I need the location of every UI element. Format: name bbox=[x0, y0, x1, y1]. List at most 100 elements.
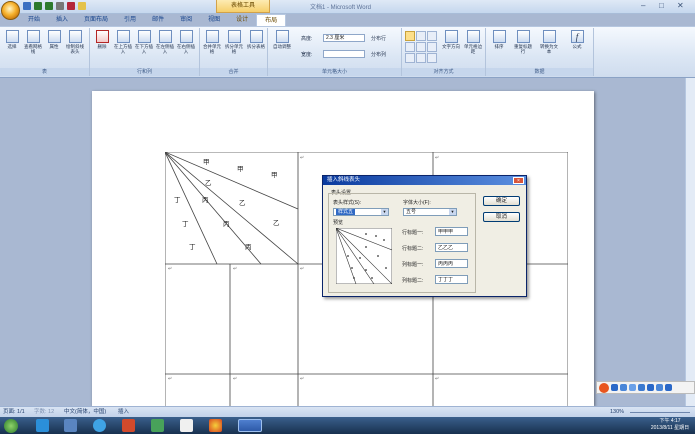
insert-left-button[interactable]: 在左侧插入 bbox=[154, 30, 176, 54]
redo-icon[interactable] bbox=[45, 2, 53, 10]
insert-above-button[interactable]: 在上方插入 bbox=[112, 30, 134, 54]
properties-button[interactable]: 属性 bbox=[43, 30, 65, 49]
new-icon[interactable] bbox=[78, 2, 86, 10]
cell-mark: ↵ bbox=[168, 376, 173, 382]
emoji-icon[interactable] bbox=[629, 384, 636, 391]
skin-icon[interactable] bbox=[656, 384, 663, 391]
word-taskbar-button[interactable] bbox=[238, 419, 262, 432]
align-top-right-icon[interactable] bbox=[427, 31, 437, 41]
start-button[interactable] bbox=[4, 419, 18, 433]
align-middle-left-icon[interactable] bbox=[405, 42, 415, 52]
undo-icon[interactable] bbox=[34, 2, 42, 10]
split-table-button[interactable]: 拆分表格 bbox=[245, 30, 267, 49]
tab-review[interactable]: 审阅 bbox=[172, 14, 200, 26]
cancel-button[interactable]: 取消 bbox=[483, 212, 520, 222]
column-title-2-input[interactable]: 丁丁丁 bbox=[435, 275, 468, 284]
settings-icon[interactable] bbox=[665, 384, 672, 391]
print-preview-icon[interactable] bbox=[56, 2, 64, 10]
delete-button[interactable]: 删除 bbox=[91, 30, 113, 49]
insert-below-icon bbox=[137, 30, 151, 43]
dialog-close-button[interactable]: × bbox=[513, 177, 524, 184]
punctuation-icon[interactable] bbox=[620, 384, 627, 391]
zoom-level[interactable]: 130% bbox=[610, 408, 624, 417]
split-cells-button[interactable]: 拆分单元格 bbox=[223, 30, 245, 54]
zoom-slider[interactable] bbox=[630, 412, 690, 413]
insert-mode[interactable]: 插入 bbox=[118, 408, 129, 417]
office-button[interactable] bbox=[1, 1, 20, 20]
select-button[interactable]: 选择 bbox=[1, 30, 23, 49]
view-gridlines-button[interactable]: 查看网格线 bbox=[22, 30, 44, 54]
merge-cells-button[interactable]: 合并单元格 bbox=[201, 30, 223, 54]
formula-button[interactable]: f 公式 bbox=[566, 30, 588, 49]
draw-diagonal-header-button[interactable]: 绘制斜线表头 bbox=[64, 30, 86, 54]
voice-icon[interactable] bbox=[638, 384, 645, 391]
vertical-scrollbar[interactable] bbox=[685, 78, 695, 406]
media-icon[interactable] bbox=[122, 419, 135, 432]
row-title-1-input[interactable]: 甲甲甲 bbox=[435, 227, 468, 236]
sort-button[interactable]: 排序 bbox=[488, 30, 510, 49]
save-icon[interactable] bbox=[23, 2, 31, 10]
spelling-icon[interactable] bbox=[67, 2, 75, 10]
ime-toolbar[interactable] bbox=[596, 381, 695, 394]
quick-access-toolbar bbox=[23, 2, 86, 12]
maximize-button[interactable]: □ bbox=[659, 1, 664, 12]
width-input[interactable] bbox=[323, 50, 365, 58]
ok-button[interactable]: 确定 bbox=[483, 196, 520, 206]
tab-layout[interactable]: 布局 bbox=[256, 14, 287, 26]
align-bottom-center-icon[interactable] bbox=[416, 53, 426, 63]
chinese-mode-icon[interactable] bbox=[611, 384, 618, 391]
minimize-button[interactable]: – bbox=[641, 1, 645, 12]
style-select[interactable]: 样式五 ▼ bbox=[333, 208, 389, 216]
cell-margins-button[interactable]: 单元格边距 bbox=[462, 30, 484, 54]
tab-mailings[interactable]: 邮件 bbox=[144, 14, 172, 26]
close-button[interactable]: ✕ bbox=[677, 1, 684, 12]
align-middle-right-icon[interactable] bbox=[427, 42, 437, 52]
status-bar: 页面: 1/1 字数: 12 中文(简体，中国) 插入 130% bbox=[0, 406, 695, 417]
convert-text-icon bbox=[542, 30, 556, 43]
font-size-label: 字体大小(F): bbox=[403, 200, 431, 206]
header-col-title-1: 丙 bbox=[245, 244, 252, 251]
sogou-icon[interactable] bbox=[599, 382, 609, 393]
column-title-1-input[interactable]: 丙丙丙 bbox=[435, 259, 468, 268]
row-title-2-input[interactable]: 乙乙乙 bbox=[435, 243, 468, 252]
font-size-select[interactable]: 五号 ▼ bbox=[403, 208, 457, 216]
clock[interactable]: 下午 4:17 2013/8/11 星期日 bbox=[650, 418, 690, 432]
tab-references[interactable]: 引用 bbox=[116, 14, 144, 26]
word-count[interactable]: 字数: 12 bbox=[34, 408, 54, 417]
text-direction-button[interactable]: 文字方向 bbox=[440, 30, 462, 49]
align-top-center-icon[interactable] bbox=[416, 31, 426, 41]
page-count[interactable]: 页面: 1/1 bbox=[3, 408, 25, 417]
group-merge: 合并单元格 拆分单元格 拆分表格 合并 bbox=[200, 28, 268, 76]
header-col-title-2: 丁 bbox=[182, 221, 189, 228]
chrome-icon[interactable] bbox=[209, 419, 222, 432]
app-icon[interactable] bbox=[93, 419, 106, 432]
insert-right-button[interactable]: 在右侧插入 bbox=[175, 30, 197, 54]
insert-right-icon bbox=[179, 30, 193, 43]
calendar-icon[interactable] bbox=[180, 419, 193, 432]
repeat-header-rows-button[interactable]: 重复标题行 bbox=[512, 30, 534, 54]
paint-icon[interactable] bbox=[151, 419, 164, 432]
align-center-icon[interactable] bbox=[416, 42, 426, 52]
distribute-rows-button[interactable]: 分布行 bbox=[371, 35, 386, 42]
convert-to-text-button[interactable]: 转换为文本 bbox=[538, 30, 560, 54]
header-col-title-1: 丙 bbox=[202, 197, 209, 204]
insert-below-button[interactable]: 在下方插入 bbox=[133, 30, 155, 54]
chevron-down-icon: ▼ bbox=[381, 209, 388, 215]
tab-page-layout[interactable]: 页面布局 bbox=[76, 14, 116, 26]
distribute-columns-button[interactable]: 分布列 bbox=[371, 51, 386, 58]
height-input[interactable]: 2.3 厘米 bbox=[323, 34, 365, 42]
tab-insert[interactable]: 插入 bbox=[48, 14, 76, 26]
tab-design[interactable]: 设计 bbox=[228, 14, 256, 26]
header-row-title-1: 甲 bbox=[203, 159, 210, 166]
align-bottom-right-icon[interactable] bbox=[427, 53, 437, 63]
window-title: 文档1 - Microsoft Word bbox=[310, 5, 371, 11]
explorer-icon[interactable] bbox=[64, 419, 77, 432]
tab-home[interactable]: 开始 bbox=[20, 14, 48, 26]
align-top-left-icon[interactable] bbox=[405, 31, 415, 41]
keyboard-icon[interactable] bbox=[647, 384, 654, 391]
autofit-button[interactable]: 自动调整 bbox=[269, 30, 295, 49]
ie-icon[interactable] bbox=[36, 419, 49, 432]
tab-view[interactable]: 视图 bbox=[200, 14, 228, 26]
language[interactable]: 中文(简体，中国) bbox=[64, 408, 106, 417]
align-bottom-left-icon[interactable] bbox=[405, 53, 415, 63]
